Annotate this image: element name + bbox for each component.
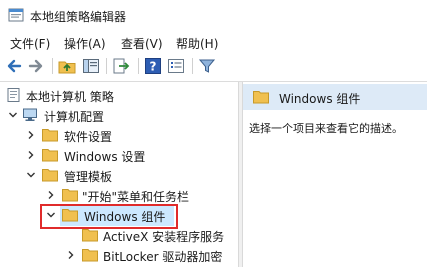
menu-action[interactable]: 操作(A) [64,35,106,52]
detail-description: 选择一个项目来查看它的描述。 [249,122,403,135]
export-list-icon[interactable] [112,57,130,75]
tree-node-start-menu[interactable]: "开始"菜单和任务栏 [0,186,238,206]
folder-icon [42,149,58,162]
tree-label-computer-config: 计算机配置 [44,110,105,124]
tree-label-admin-templates: 管理模板 [64,170,113,184]
window-title: 本地组策略编辑器 [30,10,127,24]
chevron-right-icon[interactable] [66,250,76,260]
toolbar-separator [138,58,139,74]
svg-text:?: ? [150,60,157,74]
tree-node-root[interactable]: 本地计算机 策略 [0,86,238,106]
up-folder-icon[interactable] [58,57,76,75]
tree-node-windows-settings[interactable]: Windows 设置 [0,146,238,166]
tree-node-activex[interactable]: ActiveX 安装程序服务 [0,226,238,246]
show-hide-tree-icon[interactable] [82,57,100,75]
menu-bar: 文件(F) 操作(A) 查看(V) 帮助(H) [0,32,427,52]
toolbar: ? [0,53,427,79]
tree-pane: 本地计算机 策略 计算机配置 软件设置 Windows 设置 管理模板 "开始"… [0,82,238,267]
folder-icon [253,91,269,104]
title-bar: 本地组策略编辑器 [0,0,427,30]
folder-icon [42,129,58,142]
toolbar-separator [52,58,53,74]
folder-icon [82,249,98,262]
menu-file[interactable]: 文件(F) [10,35,50,52]
menu-help[interactable]: 帮助(H) [176,35,218,52]
filter-icon[interactable] [198,57,216,75]
chevron-right-icon[interactable] [46,190,56,200]
detail-header: Windows 组件 [243,84,427,110]
chevron-down-icon[interactable] [26,170,36,180]
tree-node-bitlocker[interactable]: BitLocker 驱动器加密 [0,246,238,266]
tree-node-software-settings[interactable]: 软件设置 [0,126,238,146]
computer-icon [23,108,37,121]
chevron-down-icon[interactable] [8,110,18,120]
policy-document-icon [7,88,20,102]
detail-pane: Windows 组件 选择一个项目来查看它的描述。 [243,82,427,267]
chevron-right-icon[interactable] [26,130,36,140]
help-icon[interactable]: ? [144,57,162,75]
detail-header-title: Windows 组件 [279,92,361,106]
chevron-right-icon[interactable] [26,150,36,160]
properties-icon[interactable] [167,57,185,75]
forward-arrow-icon[interactable] [27,57,45,75]
toolbar-separator [106,58,107,74]
folder-icon [42,169,58,182]
tree-label-root: 本地计算机 策略 [26,90,114,104]
tree-label-bitlocker: BitLocker 驱动器加密 [103,250,223,264]
tree-label-start-menu: "开始"菜单和任务栏 [82,190,190,204]
tree-label-windows-settings: Windows 设置 [64,150,146,164]
policy-editor-app-icon [8,8,24,22]
toolbar-separator [192,58,193,74]
tree-node-computer-config[interactable]: 计算机配置 [0,106,238,126]
folder-icon [82,229,98,242]
tree-label-activex: ActiveX 安装程序服务 [103,230,225,244]
folder-icon [62,189,78,202]
tree-label-software-settings: 软件设置 [64,130,113,144]
back-arrow-icon[interactable] [5,57,23,75]
menu-view[interactable]: 查看(V) [121,35,163,52]
tree-node-admin-templates[interactable]: 管理模板 [0,166,238,186]
